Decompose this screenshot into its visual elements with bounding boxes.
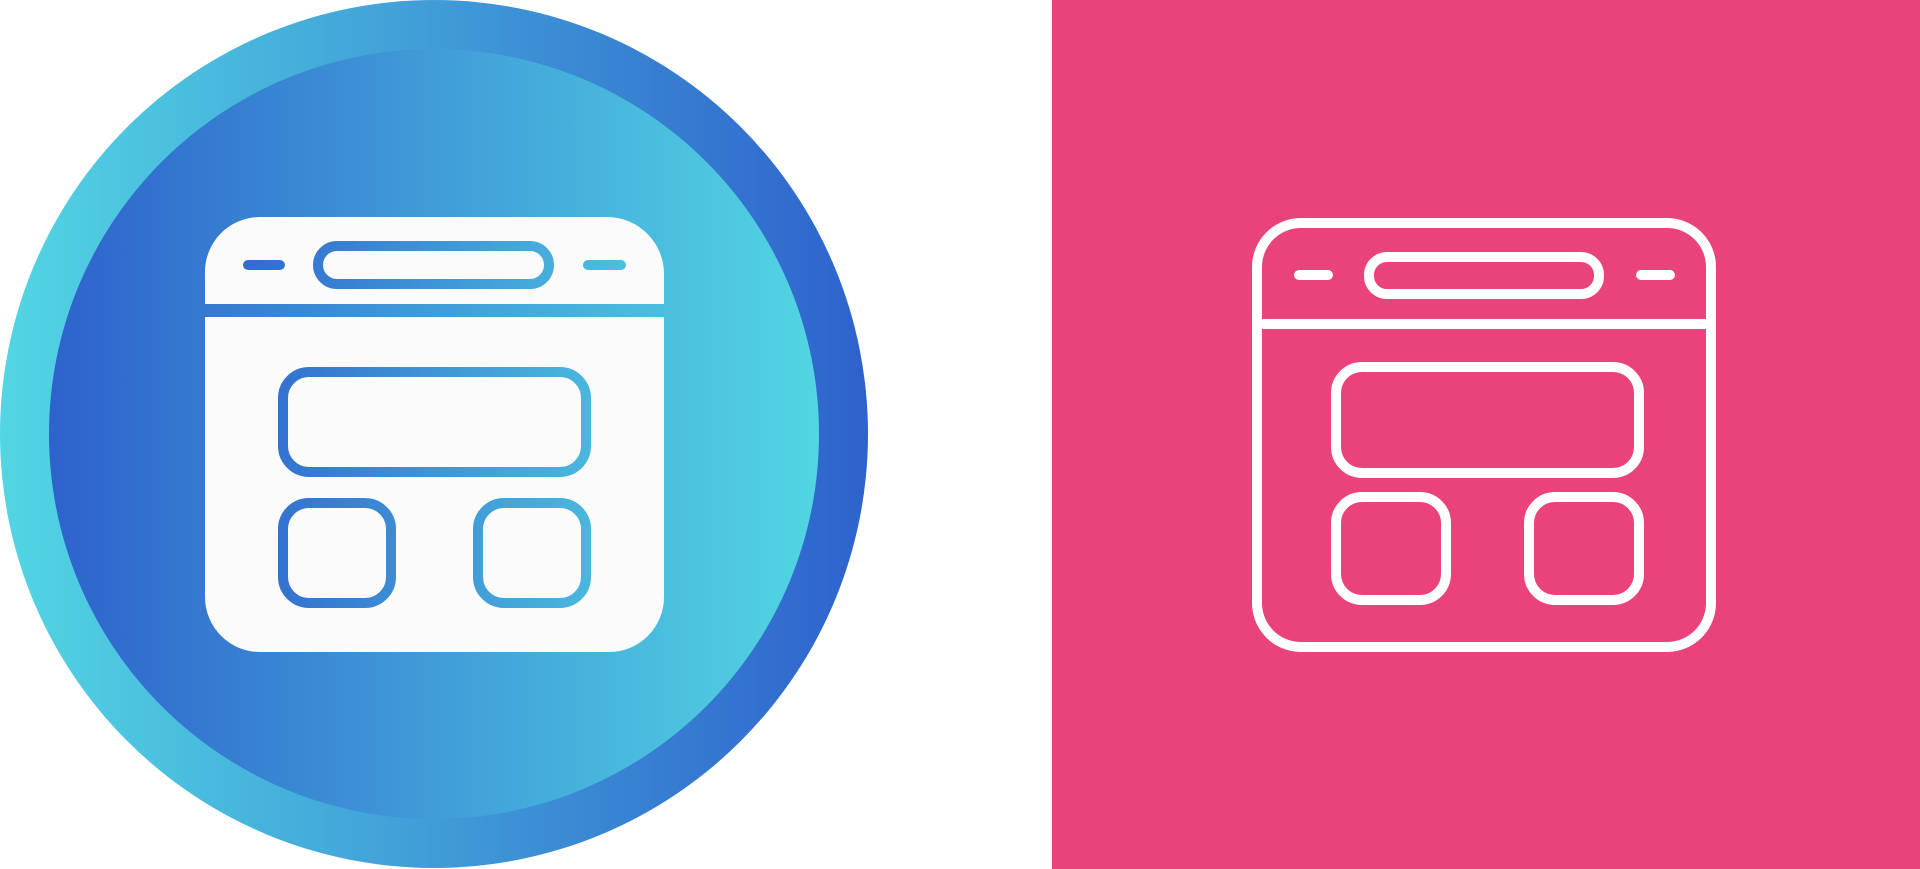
web-layout-icon-outline (1052, 0, 1920, 869)
outline-icon-panel (1052, 0, 1920, 869)
web-layout-icon-gradient (0, 0, 868, 868)
pink-background (1052, 0, 1920, 869)
gradient-icon-panel (0, 0, 1052, 869)
